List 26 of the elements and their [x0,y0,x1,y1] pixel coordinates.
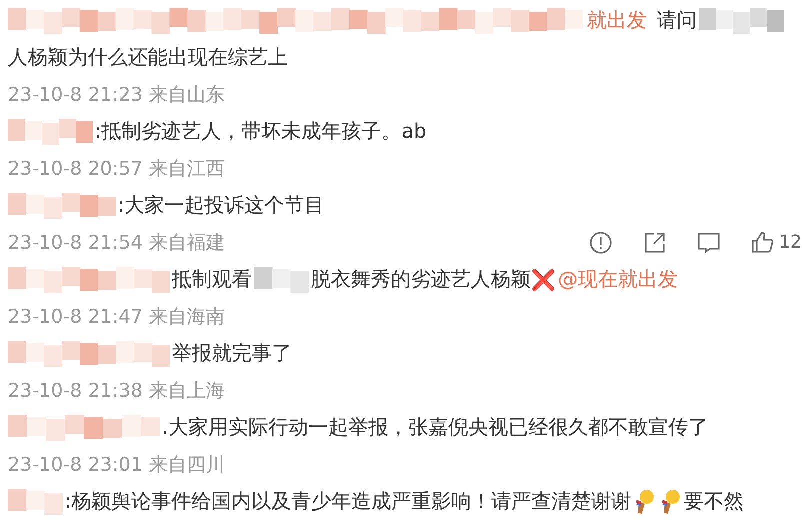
redaction-drawing [254,266,309,292]
mention-link[interactable]: 就出发 [585,7,657,34]
share-icon[interactable] [643,230,668,254]
comment-text: 人杨颖为什么还能出现在综艺上 [7,44,288,71]
comment-icon[interactable] [697,230,722,254]
comment-text: 请问 [657,7,697,34]
comment-text: 抵制观看 [172,266,252,293]
warning-icon[interactable] [589,230,614,254]
thumbs-up-icon[interactable] [751,230,776,254]
comment-text: :杨颖舆论事件给国内以及青少年造成严重影响！请严查清楚谢谢 [65,488,632,515]
comment-text: 要不然 [684,488,744,515]
comment-meta: 23-10-8 21:23 来自山东 [7,82,225,108]
comment-text: :抵制劣迹艺人，带坏未成年孩子。ab [95,118,427,145]
comment-meta: 23-10-8 23:01 来自四川 [7,452,225,478]
comment-meta: 23-10-8 21:38 来自上海 [7,378,225,404]
like-count: 12 [779,232,802,253]
comment-meta: 23-10-8 21:47 来自海南 [7,304,225,330]
comment-text: .大家用实际行动一起举报，张嘉倪央视已经很久都不敢宣传了 [162,414,708,441]
comment-meta: 23-10-8 21:54 来自福建 [7,230,225,256]
comment-text: 脱衣舞秀的劣迹艺人杨颖 [311,266,531,293]
comment-text: 举报就完事了 [172,340,292,367]
cross-emoji: ❌ [531,268,556,292]
redaction-drawing [8,488,63,514]
comment-text: :大家一起投诉这个节目 [118,192,325,219]
mention-link[interactable]: @现在就出发 [556,266,688,293]
comment-meta: 23-10-8 20:57 来自江西 [7,156,225,182]
